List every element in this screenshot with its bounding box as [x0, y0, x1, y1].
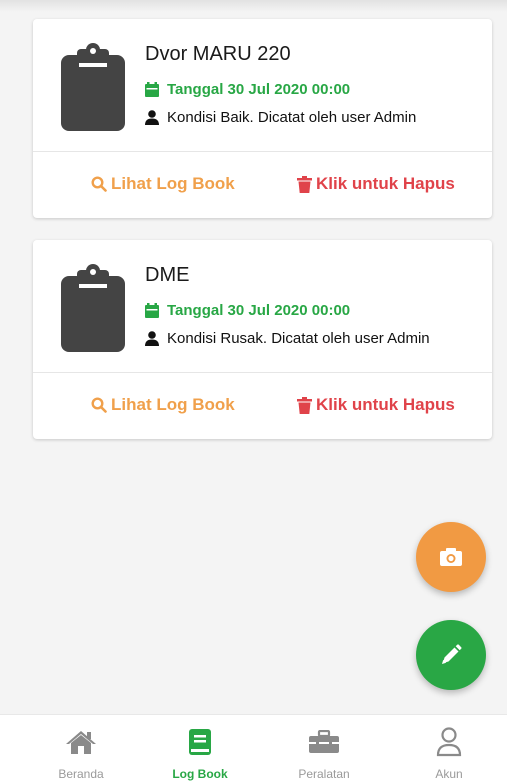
- nav-item-akun[interactable]: Akun: [399, 715, 499, 784]
- trash-icon: [297, 396, 312, 414]
- nav-label: Beranda: [58, 767, 104, 781]
- toolbox-icon: [309, 730, 339, 753]
- delete-label: Klik untuk Hapus: [316, 395, 455, 414]
- entry-note-row: Kondisi Baik. Dicatat oleh user Admin: [145, 109, 416, 126]
- delete-button[interactable]: Klik untuk Hapus: [297, 174, 455, 194]
- top-shadow: [0, 0, 507, 12]
- search-icon: [91, 176, 107, 192]
- user-icon: [145, 331, 159, 346]
- home-icon: [66, 731, 96, 754]
- clipboard-icon: [61, 43, 125, 131]
- camera-icon: [440, 548, 462, 566]
- entry-date: Tanggal 30 Jul 2020 00:00: [167, 81, 351, 98]
- search-icon: [91, 397, 107, 413]
- view-logbook-label: Lihat Log Book: [111, 395, 235, 414]
- clipboard-icon: [61, 264, 125, 352]
- entry-date: Tanggal 30 Jul 2020 00:00: [167, 302, 351, 319]
- trash-icon: [297, 175, 312, 193]
- pencil-icon: [442, 644, 462, 664]
- entry-date-row: Tanggal 30 Jul 2020 00:00: [145, 81, 350, 98]
- camera-fab-button[interactable]: [416, 522, 486, 592]
- nav-item-log-book[interactable]: Log Book: [150, 715, 250, 784]
- calendar-icon: [145, 303, 159, 318]
- nav-item-peralatan[interactable]: Peralatan: [274, 715, 374, 784]
- bottom-nav: Beranda Log Book Peralatan Akun: [0, 714, 507, 784]
- card-header: Dvor MARU 220 Tanggal 30 Jul 2020 00:00 …: [33, 19, 492, 152]
- entry-note: Kondisi Rusak. Dicatat oleh user Admin: [167, 330, 430, 347]
- card-actions: Lihat Log Book Klik untuk Hapus: [33, 373, 492, 439]
- view-logbook-button[interactable]: Lihat Log Book: [91, 174, 235, 194]
- logbook-card: DME Tanggal 30 Jul 2020 00:00 Kondisi Ru…: [33, 240, 492, 439]
- logbook-card: Dvor MARU 220 Tanggal 30 Jul 2020 00:00 …: [33, 19, 492, 218]
- nav-label: Peralatan: [298, 767, 350, 781]
- entry-title: DME: [145, 264, 190, 286]
- nav-label: Log Book: [172, 767, 228, 781]
- card-header: DME Tanggal 30 Jul 2020 00:00 Kondisi Ru…: [33, 240, 492, 373]
- view-logbook-button[interactable]: Lihat Log Book: [91, 395, 235, 415]
- calendar-icon: [145, 82, 159, 97]
- entry-date-row: Tanggal 30 Jul 2020 00:00: [145, 302, 350, 319]
- delete-label: Klik untuk Hapus: [316, 174, 455, 193]
- user-icon: [436, 727, 462, 757]
- entry-note-row: Kondisi Rusak. Dicatat oleh user Admin: [145, 330, 430, 347]
- view-logbook-label: Lihat Log Book: [111, 174, 235, 193]
- edit-fab-button[interactable]: [416, 620, 486, 690]
- user-icon: [145, 110, 159, 125]
- nav-item-beranda[interactable]: Beranda: [31, 715, 131, 784]
- book-icon: [189, 729, 211, 755]
- nav-label: Akun: [435, 767, 463, 781]
- delete-button[interactable]: Klik untuk Hapus: [297, 395, 455, 415]
- entry-title: Dvor MARU 220: [145, 43, 291, 65]
- card-actions: Lihat Log Book Klik untuk Hapus: [33, 152, 492, 218]
- entry-note: Kondisi Baik. Dicatat oleh user Admin: [167, 109, 417, 126]
